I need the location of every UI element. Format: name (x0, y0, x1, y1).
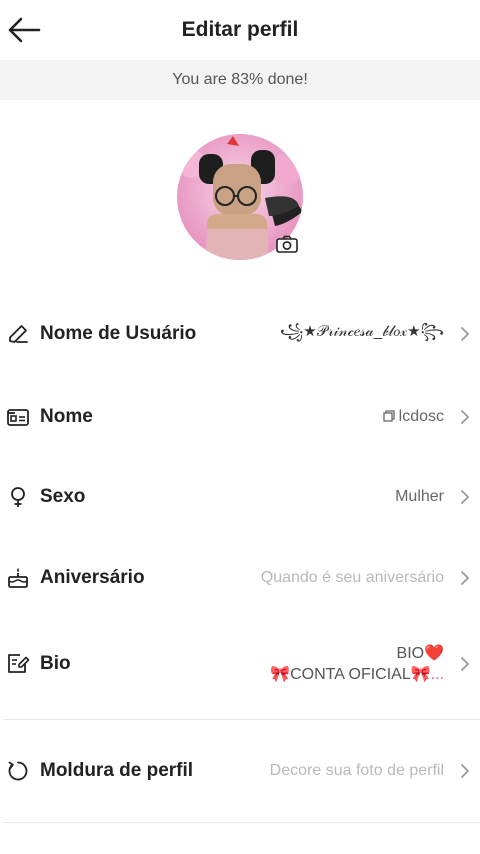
bio-line-2: 🎀CONTA OFICIAL🎀... (270, 664, 444, 685)
gender-icon (11, 487, 25, 507)
frame-value: Decore sua foto de perfil (269, 762, 444, 779)
row-gender[interactable]: Sexo Mulher (0, 477, 480, 517)
chevron-right-icon (461, 764, 469, 778)
chevron-right-icon (461, 657, 469, 671)
chevron-right-icon (461, 571, 469, 585)
row-label-bio: Bio (40, 653, 71, 674)
bio-line-2-text: CONTA OFICIAL (290, 666, 411, 683)
row-birthday[interactable]: Aniversário Quando é seu aniversário (0, 558, 480, 598)
camera-icon (276, 235, 298, 253)
row-label-name: Nome (40, 406, 93, 427)
row-label-username: Nome de Usuário (40, 323, 197, 344)
row-label-birthday: Aniversário (40, 567, 145, 588)
bow-emoji-suffix: 🎀... (410, 666, 444, 683)
chevron-right-icon (461, 490, 469, 504)
row-bio[interactable]: Bio BIO❤️ 🎀CONTA OFICIAL🎀... (0, 638, 480, 690)
row-frame[interactable]: Moldura de perfil Decore sua foto de per… (0, 751, 480, 791)
row-name[interactable]: Nome lcdosc (0, 397, 480, 437)
gender-value: Mulher (395, 488, 444, 505)
bio-line-1-text: BIO (396, 645, 425, 662)
heart-emoji: ❤️ (424, 645, 444, 662)
note-edit-icon (8, 654, 30, 673)
refresh-circle-icon (8, 761, 28, 781)
row-label-frame: Moldura de perfil (40, 760, 194, 781)
row-username[interactable]: Nome de Usuário ꧁★𝒫𝓇𝒾𝓃𝒸𝑒𝓈𝒶_𝒷𝓁𝑜𝓍★꧂ (0, 314, 480, 354)
header: Editar perfil (0, 0, 480, 60)
bow-emoji: 🎀 (270, 666, 291, 683)
row-label-gender: Sexo (40, 486, 86, 507)
name-value: lcdosc (382, 408, 444, 426)
copy-icon (382, 410, 395, 422)
progress-banner: You are 83% done! (0, 60, 480, 100)
section-divider (4, 719, 480, 720)
birthday-value: Quando é seu aniversário (260, 569, 444, 586)
id-card-icon (7, 409, 29, 426)
username-value: ꧁★𝒫𝓇𝒾𝓃𝒸𝑒𝓈𝒶_𝒷𝓁𝑜𝓍★꧂ (279, 322, 444, 340)
avatar-container[interactable] (177, 134, 303, 260)
chevron-right-icon (461, 327, 469, 341)
bio-value: BIO❤️ 🎀CONTA OFICIAL🎀... (270, 643, 444, 685)
bio-line-1: BIO❤️ (270, 643, 444, 664)
change-photo-button[interactable] (273, 232, 301, 256)
pencil-icon (9, 325, 28, 343)
section-divider-bottom (4, 822, 480, 823)
cake-icon (8, 568, 28, 588)
name-text: lcdosc (398, 408, 444, 425)
page-title: Editar perfil (181, 18, 299, 41)
chevron-right-icon (461, 410, 469, 424)
